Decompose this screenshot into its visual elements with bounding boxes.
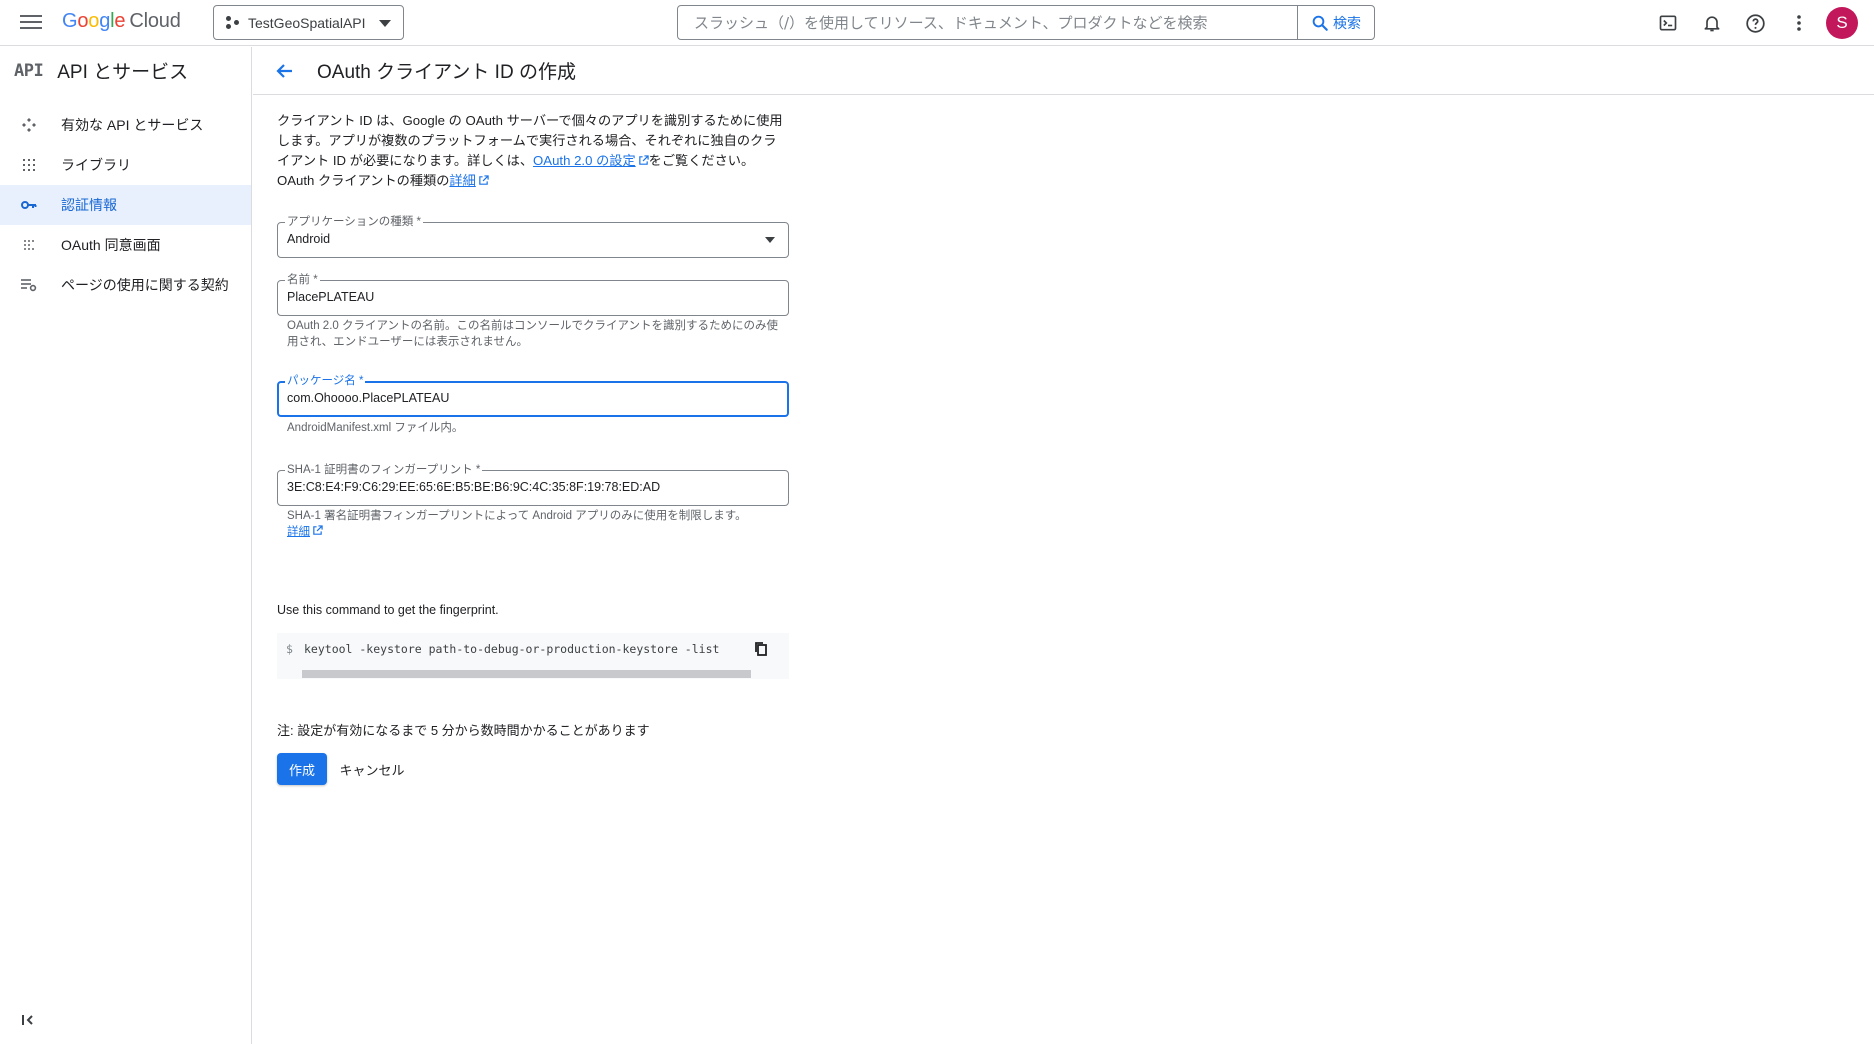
sidebar-item-label: OAuth 同意画面 (61, 237, 161, 253)
application-type-label: アプリケーションの種類 * (285, 215, 423, 229)
consent-screen-icon (20, 236, 38, 254)
library-icon (20, 156, 38, 174)
search-button[interactable]: 検索 (1297, 6, 1374, 39)
terminal-icon[interactable] (1656, 11, 1680, 35)
project-icon (226, 15, 240, 30)
copy-icon[interactable] (752, 639, 770, 657)
name-label: 名前 * (285, 273, 320, 287)
sidebar-nav: 有効な API とサービス ライブラリ 認証情報 OAuth 同意画面 ページの… (0, 105, 251, 305)
sidebar-item-label: ライブラリ (61, 157, 131, 173)
name-hint: OAuth 2.0 クライアントの名前。この名前はコンソールでクライアントを識別… (287, 320, 779, 348)
oauth-settings-link[interactable]: OAuth 2.0 の設定 (533, 153, 636, 168)
application-type-value: Android (287, 232, 331, 246)
cancel-button[interactable]: キャンセル (337, 753, 407, 785)
external-link-icon (313, 525, 323, 535)
menu-icon[interactable] (20, 12, 42, 34)
enabled-apis-icon (20, 116, 38, 134)
sidebar-item-label: 有効な API とサービス (61, 117, 204, 133)
sidebar-item-library[interactable]: ライブラリ (0, 145, 251, 185)
horizontal-scrollbar[interactable] (302, 670, 751, 678)
sidebar-item-agreements[interactable]: ページの使用に関する契約 (0, 265, 251, 305)
name-field[interactable]: 名前 * (277, 273, 789, 316)
intro-text: クライアント ID は、Google の OAuth サーバーで個々のアプリを識… (277, 113, 783, 188)
command-prompt: $ (286, 642, 293, 656)
sidebar-item-enabled-apis[interactable]: 有効な API とサービス (0, 105, 251, 145)
settings-note: 注: 設定が有効になるまで 5 分から数時間かかることがあります (277, 723, 650, 738)
package-name-label: パッケージ名 * (285, 374, 366, 388)
help-icon[interactable] (1743, 11, 1767, 35)
search-bar: 検索 (677, 5, 1375, 40)
agreements-icon (20, 276, 38, 294)
project-picker-button[interactable]: TestGeoSpatialAPI (213, 5, 404, 40)
dropdown-arrow-icon (765, 237, 775, 243)
package-name-input[interactable] (287, 391, 767, 405)
sidebar-item-label: 認証情報 (61, 197, 117, 213)
sidebar-header: API API とサービス (0, 47, 251, 94)
sidebar-item-credentials[interactable]: 認証情報 (0, 185, 251, 225)
create-button[interactable]: 作成 (277, 753, 327, 785)
sidebar: API API とサービス 有効な API とサービス ライブラリ 認証情報 O… (0, 47, 252, 1044)
sha1-input[interactable] (287, 480, 767, 494)
project-name: TestGeoSpatialAPI (248, 14, 366, 31)
bell-icon[interactable] (1700, 11, 1724, 35)
package-name-field[interactable]: パッケージ名 * (277, 374, 789, 417)
search-icon (1312, 15, 1328, 31)
client-types-details-link[interactable]: 詳細 (449, 173, 475, 188)
package-name-hint: AndroidManifest.xml ファイル内。 (287, 422, 464, 434)
command-label: Use this command to get the fingerprint. (277, 603, 499, 617)
more-vert-icon[interactable] (1787, 11, 1811, 35)
search-button-label: 検索 (1333, 14, 1361, 31)
name-input[interactable] (287, 290, 767, 304)
search-input[interactable] (678, 6, 1297, 39)
collapse-sidebar-icon[interactable] (20, 1012, 38, 1030)
back-arrow-icon[interactable] (273, 59, 297, 83)
api-badge-icon: API (14, 60, 44, 81)
sidebar-item-label: ページの使用に関する契約 (61, 277, 229, 293)
external-link-icon (479, 175, 489, 185)
sha1-fingerprint-field[interactable]: SHA-1 証明書のフィンガープリント * (277, 463, 789, 506)
top-app-bar: GoogleCloud TestGeoSpatialAPI 検索 S (0, 0, 1874, 46)
avatar[interactable]: S (1826, 7, 1858, 39)
sidebar-item-oauth-consent[interactable]: OAuth 同意画面 (0, 225, 251, 265)
sha1-label: SHA-1 証明書のフィンガープリント * (285, 463, 483, 477)
page-title: OAuth クライアント ID の作成 (317, 62, 576, 83)
sha1-details-link[interactable]: 詳細 (287, 526, 310, 538)
external-link-icon (638, 155, 649, 165)
command-code-block: $ keytool -keystore path-to-debug-or-pro… (277, 633, 789, 679)
google-cloud-logo[interactable]: Google Cloud (62, 10, 181, 33)
command-text: keytool -keystore path-to-debug-or-produ… (304, 642, 720, 656)
application-type-select[interactable]: アプリケーションの種類 * Android (277, 215, 789, 258)
page-header: OAuth クライアント ID の作成 (253, 47, 1874, 95)
key-icon (20, 196, 38, 214)
main-content: OAuth クライアント ID の作成 クライアント ID は、Google の… (253, 47, 1874, 1044)
sidebar-title: API とサービス (57, 62, 189, 83)
chevron-down-icon (379, 20, 391, 27)
sha1-hint: SHA-1 署名証明書フィンガープリントによって Android アプリのみに使… (287, 510, 747, 538)
